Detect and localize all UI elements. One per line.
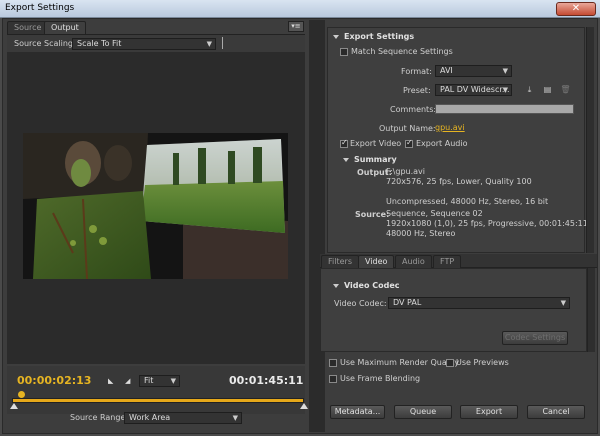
disclosure-triangle-icon xyxy=(333,283,339,288)
cancel-button[interactable]: Cancel xyxy=(527,405,585,419)
summary-title: Summary xyxy=(354,155,397,164)
chevron-down-icon: ▼ xyxy=(170,377,176,385)
video-codec-heading[interactable]: Video Codec xyxy=(333,281,400,290)
summary-output-details: F:\gpu.avi 720x576, 25 fps, Lower, Quali… xyxy=(386,167,548,207)
duration-timecode: 00:01:45:11 xyxy=(229,374,304,387)
export-settings-title: Export Settings xyxy=(344,32,415,41)
use-previews-label: Use Previews xyxy=(456,358,509,367)
chevron-down-icon: ▼ xyxy=(232,414,238,422)
crop-divider xyxy=(222,37,223,49)
preview-thumbnail-image xyxy=(23,133,288,279)
summary-source-line: Sequence, Sequence 02 xyxy=(386,209,483,218)
summary-source-details: Sequence, Sequence 02 1920x1080 (1,0), 2… xyxy=(386,209,588,239)
tab-audio[interactable]: Audio xyxy=(395,255,432,268)
max-render-quality-checkbox[interactable] xyxy=(329,359,337,367)
use-previews-checkbox[interactable] xyxy=(446,359,454,367)
summary-source-label: Source: xyxy=(355,210,390,219)
video-settings-scrollbar[interactable] xyxy=(587,268,595,352)
export-video-label: Export Video xyxy=(350,139,402,148)
chevron-down-icon: ▼ xyxy=(502,86,508,94)
set-out-point-icon[interactable]: ◢ xyxy=(125,377,130,385)
output-name-link[interactable]: gpu.avi xyxy=(435,123,465,132)
export-settings-heading[interactable]: Export Settings xyxy=(333,32,414,41)
current-timecode[interactable]: 00:00:02:13 xyxy=(17,374,91,387)
zoom-value: Fit xyxy=(144,376,154,385)
summary-output-line: Uncompressed, 48000 Hz, Stereo, 16 bit xyxy=(386,197,549,206)
preset-label: Preset: xyxy=(403,86,431,95)
match-sequence-label: Match Sequence Settings xyxy=(351,47,453,56)
tab-output[interactable]: Output xyxy=(44,21,86,34)
source-scaling-label: Source Scaling: xyxy=(14,39,76,48)
metadata-button[interactable]: Metadata... xyxy=(330,405,385,419)
set-in-point-icon[interactable]: ◣ xyxy=(108,377,113,385)
summary-source-line: 1920x1080 (1,0), 25 fps, Progressive, 00… xyxy=(386,219,588,228)
summary-source-line: 48000 Hz, Stereo xyxy=(386,229,456,238)
queue-button[interactable]: Queue xyxy=(394,405,452,419)
preset-dropdown[interactable]: PAL DV Widescr... ▼ xyxy=(435,84,512,96)
video-codec-dropdown[interactable]: DV PAL ▼ xyxy=(388,297,570,309)
source-scaling-value: Scale To Fit xyxy=(77,39,122,48)
tab-filters[interactable]: Filters xyxy=(321,255,359,268)
video-preview-frame xyxy=(23,133,288,279)
max-render-quality-label: Use Maximum Render Quality xyxy=(340,358,460,367)
zoom-dropdown[interactable]: Fit ▼ xyxy=(139,375,180,387)
video-codec-label: Video Codec: xyxy=(334,299,387,308)
summary-output-line: 720x576, 25 fps, Lower, Quality 100 xyxy=(386,177,532,186)
tab-source[interactable]: Source xyxy=(7,21,49,34)
video-codec-value: DV PAL xyxy=(393,298,422,307)
delete-preset-icon[interactable]: 🗑 xyxy=(560,85,571,95)
video-codec-title: Video Codec xyxy=(344,281,400,290)
chevron-down-icon: ▼ xyxy=(206,40,212,48)
disclosure-triangle-icon xyxy=(333,34,339,39)
frame-blending-checkbox[interactable] xyxy=(329,375,337,383)
format-value: AVI xyxy=(440,66,453,75)
summary-output-line xyxy=(386,187,548,197)
import-preset-icon[interactable]: ▤ xyxy=(542,85,553,95)
in-point-marker-icon[interactable] xyxy=(10,403,18,409)
window-titlebar: Export Settings ✕ xyxy=(0,0,600,18)
tab-video[interactable]: Video xyxy=(358,255,395,268)
export-audio-checkbox[interactable] xyxy=(405,138,413,148)
tab-ftp[interactable]: FTP xyxy=(433,255,462,268)
summary-output-line: F:\gpu.avi xyxy=(386,167,425,176)
preset-value: PAL DV Widescr... xyxy=(440,85,510,94)
window-title: Export Settings xyxy=(5,3,75,13)
panel-divider[interactable] xyxy=(309,20,325,432)
format-dropdown[interactable]: AVI ▼ xyxy=(435,65,512,77)
save-preset-icon[interactable]: ⤓ xyxy=(524,85,535,95)
summary-heading[interactable]: Summary xyxy=(343,155,397,164)
match-sequence-checkbox[interactable] xyxy=(340,48,348,56)
source-scaling-dropdown[interactable]: Scale To Fit ▼ xyxy=(72,38,216,50)
output-name-label: Output Name: xyxy=(379,124,436,133)
chevron-down-icon: ▼ xyxy=(502,67,508,75)
out-point-marker-icon[interactable] xyxy=(300,403,308,409)
chevron-down-icon: ▼ xyxy=(560,299,566,307)
panel-menu-button[interactable]: ▾≡ xyxy=(288,21,304,32)
source-range-label: Source Range: xyxy=(70,413,129,422)
export-settings-scrollbar[interactable] xyxy=(586,27,594,253)
export-button[interactable]: Export xyxy=(460,405,518,419)
close-window-button[interactable]: ✕ xyxy=(556,2,596,16)
disclosure-triangle-icon xyxy=(343,157,349,162)
timeline-track[interactable] xyxy=(12,398,304,403)
export-video-checkbox[interactable] xyxy=(340,138,348,148)
frame-blending-label: Use Frame Blending xyxy=(340,374,421,383)
comments-input[interactable] xyxy=(435,104,574,114)
source-range-dropdown[interactable]: Work Area ▼ xyxy=(124,412,242,424)
playhead-handle[interactable] xyxy=(17,391,25,398)
export-audio-label: Export Audio xyxy=(416,139,468,148)
codec-settings-button[interactable]: Codec Settings xyxy=(502,331,568,345)
source-range-value: Work Area xyxy=(129,413,171,422)
format-label: Format: xyxy=(401,67,432,76)
comments-label: Comments: xyxy=(390,105,437,114)
